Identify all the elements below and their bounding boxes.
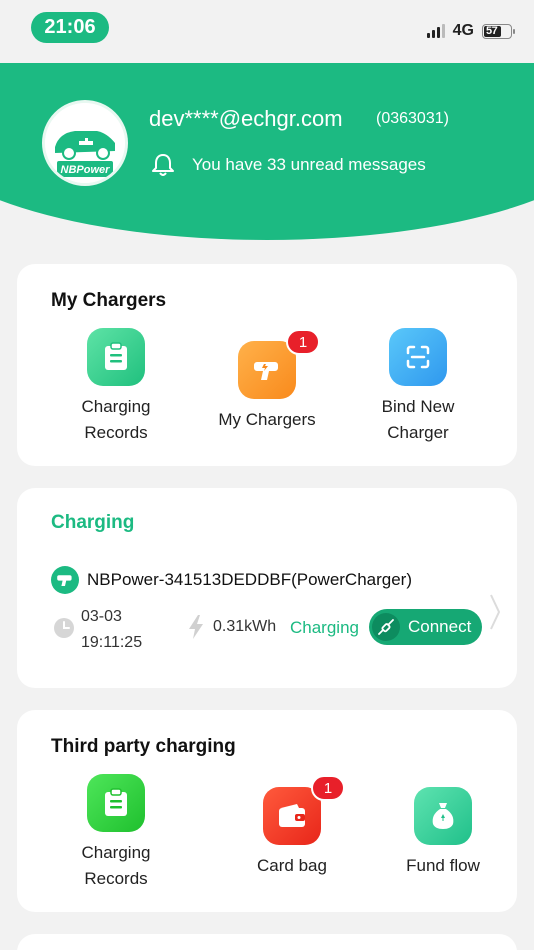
plug-icon xyxy=(372,613,400,641)
scan-icon xyxy=(389,328,447,386)
charging-title: Charging xyxy=(51,512,135,533)
charging-card[interactable]: Charging NBPower-341513DEDDBF(PowerCharg… xyxy=(17,488,517,688)
battery-level: 57 xyxy=(486,25,498,37)
my-chargers-badge: 1 xyxy=(286,329,320,355)
wallet-icon: 1 xyxy=(263,775,345,845)
my-chargers-button[interactable]: 1 My Chargers xyxy=(202,329,332,433)
status-indicators: 4G 57 xyxy=(426,22,515,40)
charging-records-label: Charging Records xyxy=(81,397,151,442)
status-time: 21:06 xyxy=(31,12,109,43)
bind-new-charger-button[interactable]: Bind New Charger xyxy=(353,328,483,446)
charging-energy: 0.31kWh xyxy=(213,618,277,635)
my-chargers-title: My Chargers xyxy=(51,290,167,311)
my-chargers-card: My Chargers Charging Records 1 My Charge… xyxy=(17,264,517,466)
third-party-title: Third party charging xyxy=(51,736,236,757)
charger-icon: 1 xyxy=(238,329,320,399)
user-id: (0363031) xyxy=(376,110,449,127)
network-type: 4G xyxy=(452,22,474,39)
third-party-charging-records-button[interactable]: Charging Records xyxy=(51,774,181,892)
charging-start-time: 03-03 19:11:25 xyxy=(81,604,142,656)
charger-name: NBPower-341513DEDDBF(PowerCharger) xyxy=(87,570,413,589)
third-party-card: Third party charging Charging Records 1 … xyxy=(17,710,517,912)
charger-row: NBPower-341513DEDDBF(PowerCharger) xyxy=(51,566,412,594)
bind-new-charger-label: Bind New Charger xyxy=(381,397,455,442)
clock-icon xyxy=(54,618,74,638)
chevron-right-icon[interactable] xyxy=(489,593,501,631)
card-bag-label: Card bag xyxy=(257,856,327,875)
bell-icon[interactable] xyxy=(150,152,176,178)
clipboard-icon xyxy=(87,328,145,386)
charging-time: 19:11:25 xyxy=(81,634,143,651)
nbpower-logo: NBPower xyxy=(45,103,125,183)
logo-text: NBPower xyxy=(61,164,111,176)
next-card xyxy=(17,934,517,950)
connect-label: Connect xyxy=(408,617,472,636)
clipboard-icon xyxy=(87,774,145,832)
user-email: dev****@echgr.com xyxy=(149,106,343,131)
my-chargers-label: My Chargers xyxy=(218,410,316,429)
charging-status: Charging xyxy=(290,618,359,637)
battery-icon: 57 xyxy=(482,23,515,39)
fund-flow-label: Fund flow xyxy=(406,856,480,875)
avatar[interactable]: NBPower xyxy=(42,100,128,186)
third-party-charging-records-label: Charging Records xyxy=(81,843,151,888)
charging-records-button[interactable]: Charging Records xyxy=(51,328,181,446)
fund-flow-button[interactable]: Fund flow xyxy=(378,787,508,879)
card-bag-button[interactable]: 1 Card bag xyxy=(227,775,357,879)
charging-date: 03-03 xyxy=(81,608,122,625)
unread-messages[interactable]: You have 33 unread messages xyxy=(192,155,426,175)
signal-icon xyxy=(426,24,445,38)
money-bag-icon xyxy=(414,787,472,845)
lightning-icon xyxy=(189,615,203,639)
card-bag-badge: 1 xyxy=(311,775,345,801)
charger-status-icon xyxy=(51,566,79,594)
connect-button[interactable]: Connect xyxy=(369,609,482,645)
